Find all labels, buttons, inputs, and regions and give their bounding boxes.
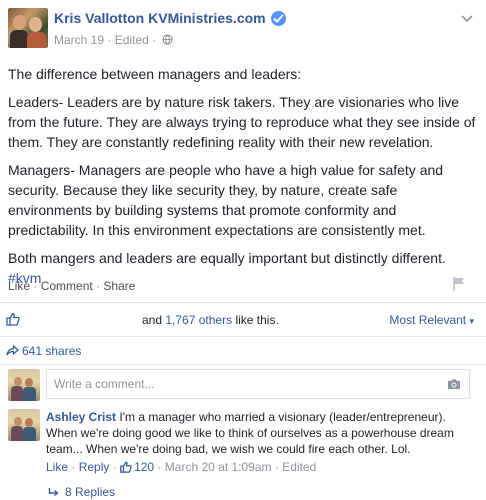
action-separator: · xyxy=(274,460,279,474)
action-separator: · xyxy=(33,279,38,293)
edited-label[interactable]: Edited xyxy=(115,33,149,47)
comment-link[interactable]: Comment xyxy=(41,279,93,293)
action-separator: · xyxy=(96,279,101,293)
sort-dropdown[interactable]: Most Relevant ▾ xyxy=(389,313,474,327)
post-header: Kris Vallotton KVMinistries.com March 19… xyxy=(8,8,478,52)
likes-prefix: and xyxy=(142,313,163,327)
post-paragraph: Leaders- Leaders are by nature risk take… xyxy=(8,94,476,150)
commenter-avatar[interactable] xyxy=(8,409,40,441)
comment-edited[interactable]: Edited xyxy=(282,460,316,474)
view-replies-link[interactable]: 8 Replies xyxy=(48,485,115,499)
page-avatar[interactable] xyxy=(8,8,48,48)
likes-suffix: like this. xyxy=(235,313,279,327)
flag-icon[interactable] xyxy=(452,276,466,292)
comment-likes[interactable]: 120 xyxy=(120,460,157,474)
comment-likes-count: 120 xyxy=(134,460,155,474)
post-body: The difference between managers and lead… xyxy=(8,64,478,288)
share-link[interactable]: Share xyxy=(103,279,135,293)
post-paragraph-text: Both mangers and leaders are equally imp… xyxy=(8,250,446,266)
verified-badge-icon xyxy=(271,11,286,26)
user-avatar xyxy=(8,369,40,401)
action-separator: · xyxy=(157,460,162,474)
likes-row: and 1,767 others like this. Most Relevan… xyxy=(6,310,480,330)
divider xyxy=(0,302,486,303)
post-actions: Like · Comment · Share xyxy=(8,279,135,293)
post-meta: March 19 · Edited · xyxy=(54,32,174,47)
likes-count-link[interactable]: 1,767 others xyxy=(165,313,232,327)
meta-separator: · xyxy=(152,32,157,47)
commenter-name-link[interactable]: Ashley Crist xyxy=(46,410,116,424)
post-paragraph: Managers- Managers are people who have a… xyxy=(8,162,444,238)
page-name-link[interactable]: Kris Vallotton KVMinistries.com xyxy=(54,10,266,26)
shares-count: 641 shares xyxy=(22,344,82,358)
caret-down-icon: ▾ xyxy=(469,316,474,326)
shares-row[interactable]: 641 shares xyxy=(6,344,81,358)
sort-label: Most Relevant xyxy=(389,313,467,327)
action-separator: · xyxy=(71,460,76,474)
like-thumb-icon xyxy=(120,461,132,473)
like-thumb-icon[interactable] xyxy=(6,312,20,326)
replies-count: 8 Replies xyxy=(65,485,116,499)
divider xyxy=(0,336,486,337)
comment-reply-link[interactable]: Reply xyxy=(79,460,110,474)
camera-icon[interactable] xyxy=(447,378,461,390)
comment-date[interactable]: March 20 at 1:09am xyxy=(165,460,272,474)
comment-actions: Like · Reply · 120 · March 20 at 1:09am … xyxy=(46,460,316,474)
reply-arrow-icon xyxy=(48,488,59,497)
comment: Ashley Crist I'm a manager who married a… xyxy=(46,409,476,457)
post-date[interactable]: March 19 xyxy=(54,33,104,47)
meta-separator: · xyxy=(107,32,112,47)
likes-summary: and 1,767 others like this. xyxy=(142,313,279,327)
action-separator: · xyxy=(112,460,117,474)
chevron-down-icon[interactable] xyxy=(460,14,474,24)
comment-like-link[interactable]: Like xyxy=(46,460,68,474)
globe-icon xyxy=(162,34,174,45)
comment-box[interactable] xyxy=(46,369,470,399)
divider xyxy=(0,364,486,365)
comment-input[interactable] xyxy=(47,370,427,398)
share-arrow-icon xyxy=(6,345,19,356)
post-paragraph: The difference between managers and lead… xyxy=(8,66,302,82)
like-link[interactable]: Like xyxy=(8,279,30,293)
